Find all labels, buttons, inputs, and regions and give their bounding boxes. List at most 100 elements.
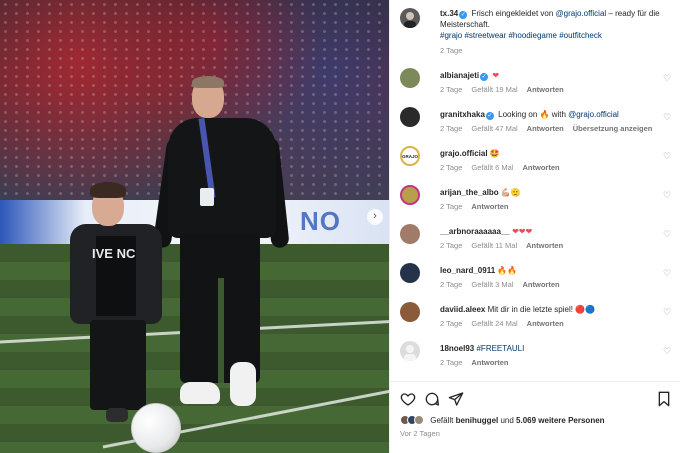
svg-text:GRAJO: GRAJO (402, 154, 418, 159)
man-shoe (230, 362, 256, 406)
commenter-avatar[interactable] (400, 263, 420, 283)
likes-prefix: Gefällt (430, 416, 456, 425)
reply-button[interactable]: Antworten (523, 280, 560, 289)
commenter-avatar[interactable] (400, 341, 420, 361)
post-caption: tx.34 ✓ Frisch eingekleidet von @grajo.of… (400, 8, 672, 60)
like-post-heart-icon[interactable] (400, 391, 416, 407)
comment-meta: 2 Tage Antworten (440, 358, 517, 367)
author-avatar[interactable] (400, 8, 420, 28)
commenter-avatar[interactable] (400, 68, 420, 88)
man-shoe (180, 382, 220, 404)
commenter-avatar[interactable]: GRAJO (400, 146, 420, 166)
comment-body: with (549, 110, 569, 119)
comment-text: granitxhaka ✓ Looking on 🔥 with @grajo.of… (440, 109, 665, 120)
comment-text: grajo.official 🤩 (440, 148, 665, 159)
boy-hair (90, 182, 126, 198)
comment-username[interactable]: granitxhaka (440, 110, 485, 119)
comment-meta: 2 Tage Gefällt 24 Mal Antworten (440, 319, 573, 328)
comment-likes[interactable]: Gefällt 6 Mal (471, 163, 513, 172)
comment-likes[interactable]: Gefällt 24 Mal (471, 319, 517, 328)
comment-username[interactable]: 18noel93 (440, 344, 474, 353)
commenter-avatar[interactable] (400, 107, 420, 127)
comment-body: ❤❤❤ (512, 227, 533, 236)
comment-bubble-icon[interactable] (424, 391, 440, 407)
reply-button[interactable]: Antworten (526, 241, 563, 250)
comment-username[interactable]: albianajeti (440, 71, 479, 80)
verified-badge-icon: ✓ (480, 73, 489, 81)
like-comment-heart-icon[interactable]: ♡ (662, 151, 672, 161)
chevron-right-icon: › (373, 210, 377, 222)
like-comment-heart-icon[interactable]: ♡ (662, 73, 672, 83)
comment-time: 2 Tage (440, 124, 463, 133)
like-comment-heart-icon[interactable]: ♡ (662, 229, 672, 239)
comment-item: 18noel93 #FREETAULI 2 Tage Antworten ♡ (400, 341, 672, 371)
comment-username[interactable]: arijan_the_albo (440, 188, 499, 197)
post-action-bar (400, 391, 672, 407)
comment-hashtag-link[interactable]: #FREETAULI (476, 344, 524, 353)
likes-mid: und (498, 416, 517, 425)
comment-body: ❤ (492, 71, 500, 80)
comment-text: arijan_the_albo 💪🏼🫡 (440, 187, 665, 198)
football (131, 403, 181, 453)
caption-time: 2 Tage (440, 46, 463, 55)
like-comment-heart-icon[interactable]: ♡ (662, 346, 672, 356)
show-translation-button[interactable]: Übersetzung anzeigen (573, 124, 653, 133)
advertising-board-text: NO (300, 206, 341, 236)
comment-meta: 2 Tage Gefällt 19 Mal Antworten (440, 85, 573, 94)
post-photo[interactable]: NO IVE NC › (0, 0, 389, 453)
comment-likes[interactable]: Gefällt 47 Mal (471, 124, 517, 133)
reply-button[interactable]: Antworten (527, 85, 564, 94)
comment-meta: 2 Tage Gefällt 47 Mal Antworten Übersetzung… (440, 124, 661, 133)
reply-button[interactable]: Antworten (471, 202, 508, 211)
like-comment-heart-icon[interactable]: ♡ (662, 307, 672, 317)
comment-time: 2 Tage (440, 163, 463, 172)
likes-summary[interactable]: Gefällt benihuggel und 5.069 weitere Per… (400, 415, 672, 427)
comment-time: 2 Tage (440, 358, 463, 367)
likes-username[interactable]: benihuggel (456, 416, 499, 425)
comment-likes[interactable]: Gefällt 19 Mal (471, 85, 517, 94)
caption-hashtags[interactable]: #grajo #streetwear #hoodiegame #outfitch… (440, 31, 602, 40)
accreditation-badge (200, 188, 214, 206)
reply-button[interactable]: Antworten (471, 358, 508, 367)
comment-body: 💪🏼🫡 (500, 188, 521, 197)
comment-meta: 2 Tage Gefällt 11 Mal Antworten (440, 241, 572, 250)
save-bookmark-icon[interactable] (656, 391, 672, 407)
comment-text: albianajeti ✓ ❤ (440, 70, 665, 81)
share-paper-plane-icon[interactable] (448, 391, 464, 407)
comment-item: GRAJO grajo.official 🤩 2 Tage Gefällt 6 M… (400, 146, 672, 176)
comment-username[interactable]: daviid.aleex (440, 305, 485, 314)
likes-count[interactable]: 5.069 weitere Personen (516, 416, 605, 425)
comment-item: granitxhaka ✓ Looking on 🔥 with @grajo.of… (400, 107, 672, 137)
commenter-avatar[interactable] (400, 302, 420, 322)
comment-time: 2 Tage (440, 241, 463, 250)
legs-gap (218, 278, 224, 383)
comment-username[interactable]: grajo.official (440, 149, 488, 158)
comment-body: Looking on (498, 110, 540, 119)
caption-mention-link[interactable]: @grajo.official (556, 9, 607, 18)
next-image-button[interactable]: › (367, 209, 383, 225)
like-comment-heart-icon[interactable]: ♡ (662, 112, 672, 122)
comment-time: 2 Tage (440, 280, 463, 289)
comment-username[interactable]: __arbnoraaaaaa__ (440, 227, 510, 236)
liker-avatar (414, 415, 424, 425)
like-comment-heart-icon[interactable]: ♡ (662, 190, 672, 200)
commenter-avatar[interactable] (400, 185, 420, 205)
comment-username[interactable]: leo_nard_0911 (440, 266, 495, 275)
commenter-avatar[interactable] (400, 224, 420, 244)
man-figure (152, 76, 290, 418)
reply-button[interactable]: Antworten (527, 124, 564, 133)
verified-badge-icon: ✓ (485, 112, 494, 120)
comment-item: daviid.aleex Mit dir in die letzte spiel… (400, 302, 672, 332)
man-hair (192, 76, 224, 88)
comment-body: 🔥🔥 (497, 266, 518, 275)
comment-likes[interactable]: Gefällt 3 Mal (471, 280, 513, 289)
reply-button[interactable]: Antworten (527, 319, 564, 328)
comment-body: Mit dir in die letzte spiel! 🔴🔵 (487, 305, 596, 314)
comment-mention-link[interactable]: @grajo.official (568, 110, 619, 119)
like-comment-heart-icon[interactable]: ♡ (662, 268, 672, 278)
reply-button[interactable]: Antworten (523, 163, 560, 172)
caption-text: tx.34 ✓ Frisch eingekleidet von @grajo.of… (440, 8, 665, 41)
comment-item: arijan_the_albo 💪🏼🫡 2 Tage Antworten ♡ (400, 185, 672, 215)
author-username[interactable]: tx.34 (440, 9, 458, 18)
comment-likes[interactable]: Gefällt 11 Mal (471, 241, 517, 250)
